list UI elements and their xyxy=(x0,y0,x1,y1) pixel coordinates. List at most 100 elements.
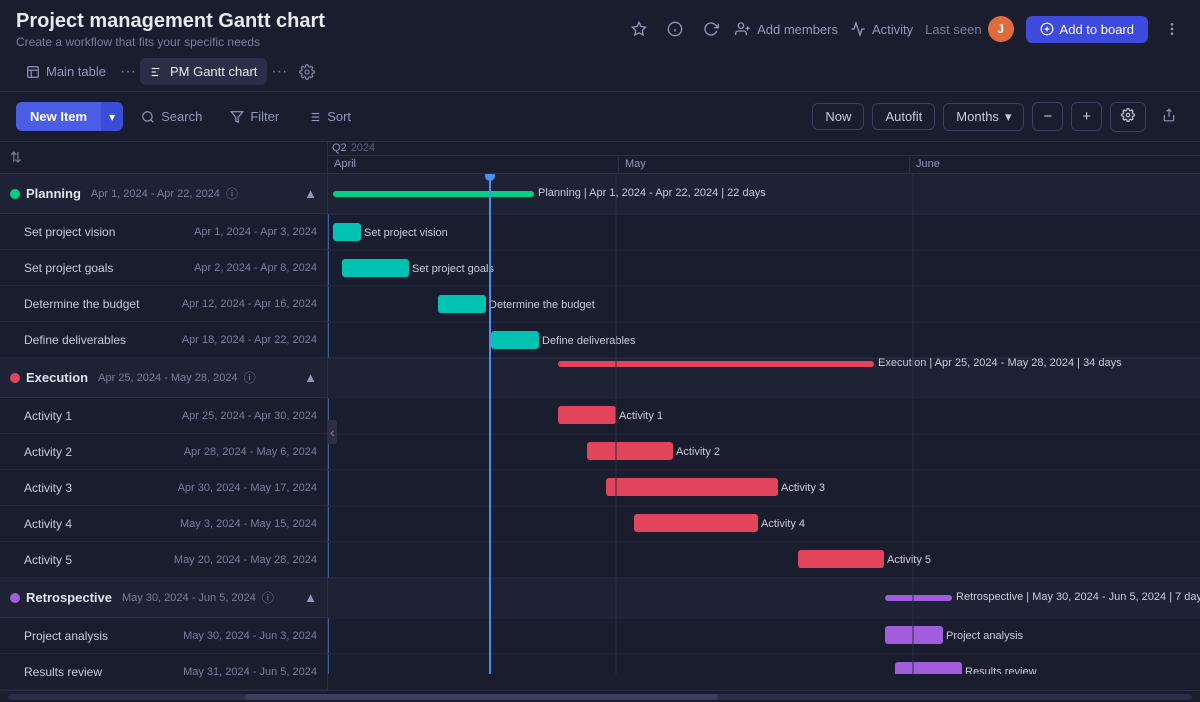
gantt-body: Planning Apr 1, 2024 - Apr 22, 2024 ⓘ ▲ … xyxy=(0,174,1200,690)
expand-all-icon[interactable]: ⇅ xyxy=(10,149,22,166)
task-left: Activity 5 May 20, 2024 - May 28, 2024 xyxy=(0,553,328,567)
bar-results-review[interactable] xyxy=(895,662,962,674)
execution-dates: Apr 25, 2024 - May 28, 2024 xyxy=(98,372,237,384)
retrospective-dot xyxy=(10,593,20,603)
retrospective-group-bar[interactable] xyxy=(885,595,952,601)
gear-button[interactable] xyxy=(1110,102,1146,132)
gantt-svg: Planning | Apr 1, 2024 - Apr 22, 2024 | … xyxy=(328,174,1200,674)
scrollbar-track xyxy=(8,694,1192,700)
header-right: Add members Activity Last seen J Add to … xyxy=(627,16,1184,43)
label-activity2: Activity 2 xyxy=(676,446,720,458)
star-button[interactable] xyxy=(627,17,651,41)
last-seen-area: Last seen J xyxy=(925,16,1013,42)
add-to-board-button[interactable]: Add to board xyxy=(1026,16,1148,43)
bar-set-project-vision[interactable] xyxy=(333,223,361,241)
label-activity3: Activity 3 xyxy=(781,482,825,494)
task-dates: Apr 18, 2024 - Apr 22, 2024 xyxy=(182,334,317,346)
autofit-button[interactable]: Autofit xyxy=(872,103,935,130)
bar-activity4[interactable] xyxy=(634,514,758,532)
pm-gantt-dots[interactable]: ··· xyxy=(271,63,287,81)
planning-dates: Apr 1, 2024 - Apr 22, 2024 xyxy=(91,188,220,200)
task-left: Results review May 31, 2024 - Jun 5, 202… xyxy=(0,665,328,679)
retrospective-info-icon[interactable]: ⓘ xyxy=(262,589,274,606)
month-april: April xyxy=(328,156,619,173)
new-item-button[interactable]: New Item xyxy=(16,102,101,131)
task-left: Activity 4 May 3, 2024 - May 15, 2024 xyxy=(0,517,328,531)
task-row: Project analysis May 30, 2024 - Jun 3, 2… xyxy=(0,618,327,654)
refresh-button[interactable] xyxy=(699,17,723,41)
search-button[interactable]: Search xyxy=(131,103,212,130)
tab-main-table[interactable]: Main table xyxy=(16,58,116,85)
bar-set-project-goals[interactable] xyxy=(342,259,409,277)
header-left: Project management Gantt chart Create a … xyxy=(16,10,325,49)
share-button[interactable] xyxy=(1154,103,1184,130)
bar-activity1[interactable] xyxy=(558,406,616,424)
bar-define-deliverables[interactable] xyxy=(491,331,539,349)
gantt-time-header: Q2 2024 April May June xyxy=(328,142,1200,173)
planning-chevron[interactable]: ▲ xyxy=(304,186,317,201)
bar-activity5[interactable] xyxy=(798,550,884,568)
execution-group-label: Execution | Apr 25, 2024 - May 28, 2024 … xyxy=(878,357,1122,369)
group-planning-header: Planning Apr 1, 2024 - Apr 22, 2024 ⓘ ▲ xyxy=(0,174,327,214)
gantt-chart-area: Planning | Apr 1, 2024 - Apr 22, 2024 | … xyxy=(328,174,1200,690)
task-dates: May 20, 2024 - May 28, 2024 xyxy=(174,554,317,566)
activity-label: Activity xyxy=(872,22,913,37)
task-row: Activity 2 Apr 28, 2024 - May 6, 2024 xyxy=(0,434,327,470)
avatar: J xyxy=(988,16,1014,42)
task-left: Activity 2 Apr 28, 2024 - May 6, 2024 xyxy=(0,445,328,459)
planning-group-bar[interactable] xyxy=(333,191,534,197)
planning-info-icon[interactable]: ⓘ xyxy=(226,185,238,202)
execution-group-bar[interactable] xyxy=(558,361,874,367)
execution-info-icon[interactable]: ⓘ xyxy=(244,369,256,386)
tab-pm-gantt[interactable]: PM Gantt chart xyxy=(140,58,267,85)
scroll-left-arrow[interactable]: ‹ xyxy=(328,420,337,444)
activity-button[interactable]: Activity xyxy=(850,21,913,37)
task-name: Define deliverables xyxy=(24,333,126,347)
months-button[interactable]: Months ▾ xyxy=(943,103,1024,131)
task-row: Set project vision Apr 1, 2024 - Apr 3, … xyxy=(0,214,327,250)
task-name: Set project goals xyxy=(24,261,113,275)
main-table-dots[interactable]: ··· xyxy=(120,63,136,81)
label-project-analysis: Project analysis xyxy=(946,630,1024,642)
horizontal-scrollbar[interactable] xyxy=(0,690,1200,702)
task-dates: Apr 2, 2024 - Apr 8, 2024 xyxy=(194,262,317,274)
zoom-in-button[interactable]: + xyxy=(1071,102,1102,131)
task-name: Activity 5 xyxy=(24,553,72,567)
filter-button[interactable]: Filter xyxy=(220,103,289,130)
bar-project-analysis[interactable] xyxy=(885,626,943,644)
top-header: Project management Gantt chart Create a … xyxy=(0,0,1200,52)
task-name: Determine the budget xyxy=(24,297,139,311)
new-item-label: New Item xyxy=(30,109,87,124)
main-content: ⇅ Q2 2024 April May June xyxy=(0,142,1200,702)
new-item-chevron-button[interactable]: ▾ xyxy=(101,102,123,131)
label-set-project-vision: Set project vision xyxy=(364,227,448,239)
execution-chevron[interactable]: ▲ xyxy=(304,370,317,385)
settings-button[interactable] xyxy=(295,60,319,84)
bar-activity2[interactable] xyxy=(587,442,673,460)
now-button[interactable]: Now xyxy=(812,103,864,130)
scrollbar-thumb[interactable] xyxy=(245,694,719,700)
task-dates: May 31, 2024 - Jun 5, 2024 xyxy=(183,666,317,678)
zoom-out-button[interactable]: − xyxy=(1032,102,1063,131)
bar-activity3[interactable] xyxy=(606,478,778,496)
left-panel: Planning Apr 1, 2024 - Apr 22, 2024 ⓘ ▲ … xyxy=(0,174,328,690)
execution-name: Execution xyxy=(26,370,88,385)
toolbar-left: New Item ▾ Search Filter Sort xyxy=(16,102,361,131)
add-members-label: Add members xyxy=(757,22,838,37)
label-set-project-goals: Set project goals xyxy=(412,263,494,275)
sort-label: Sort xyxy=(327,109,351,124)
task-left: Define deliverables Apr 18, 2024 - Apr 2… xyxy=(0,333,328,347)
task-row: Set project goals Apr 2, 2024 - Apr 8, 2… xyxy=(0,250,327,286)
retrospective-chevron[interactable]: ▲ xyxy=(304,590,317,605)
gantt-header: ⇅ Q2 2024 April May June xyxy=(0,142,1200,174)
label-determine-budget: Determine the budget xyxy=(489,299,595,311)
info-button[interactable] xyxy=(663,17,687,41)
add-members-button[interactable]: Add members xyxy=(735,21,838,37)
task-left: Set project goals Apr 2, 2024 - Apr 8, 2… xyxy=(0,261,328,275)
quarter-label: Q2 xyxy=(332,142,347,154)
more-options-button[interactable] xyxy=(1160,17,1184,41)
planning-name: Planning xyxy=(26,186,81,201)
label-activity4: Activity 4 xyxy=(761,518,805,530)
sort-button[interactable]: Sort xyxy=(297,103,361,130)
bar-determine-budget[interactable] xyxy=(438,295,486,313)
